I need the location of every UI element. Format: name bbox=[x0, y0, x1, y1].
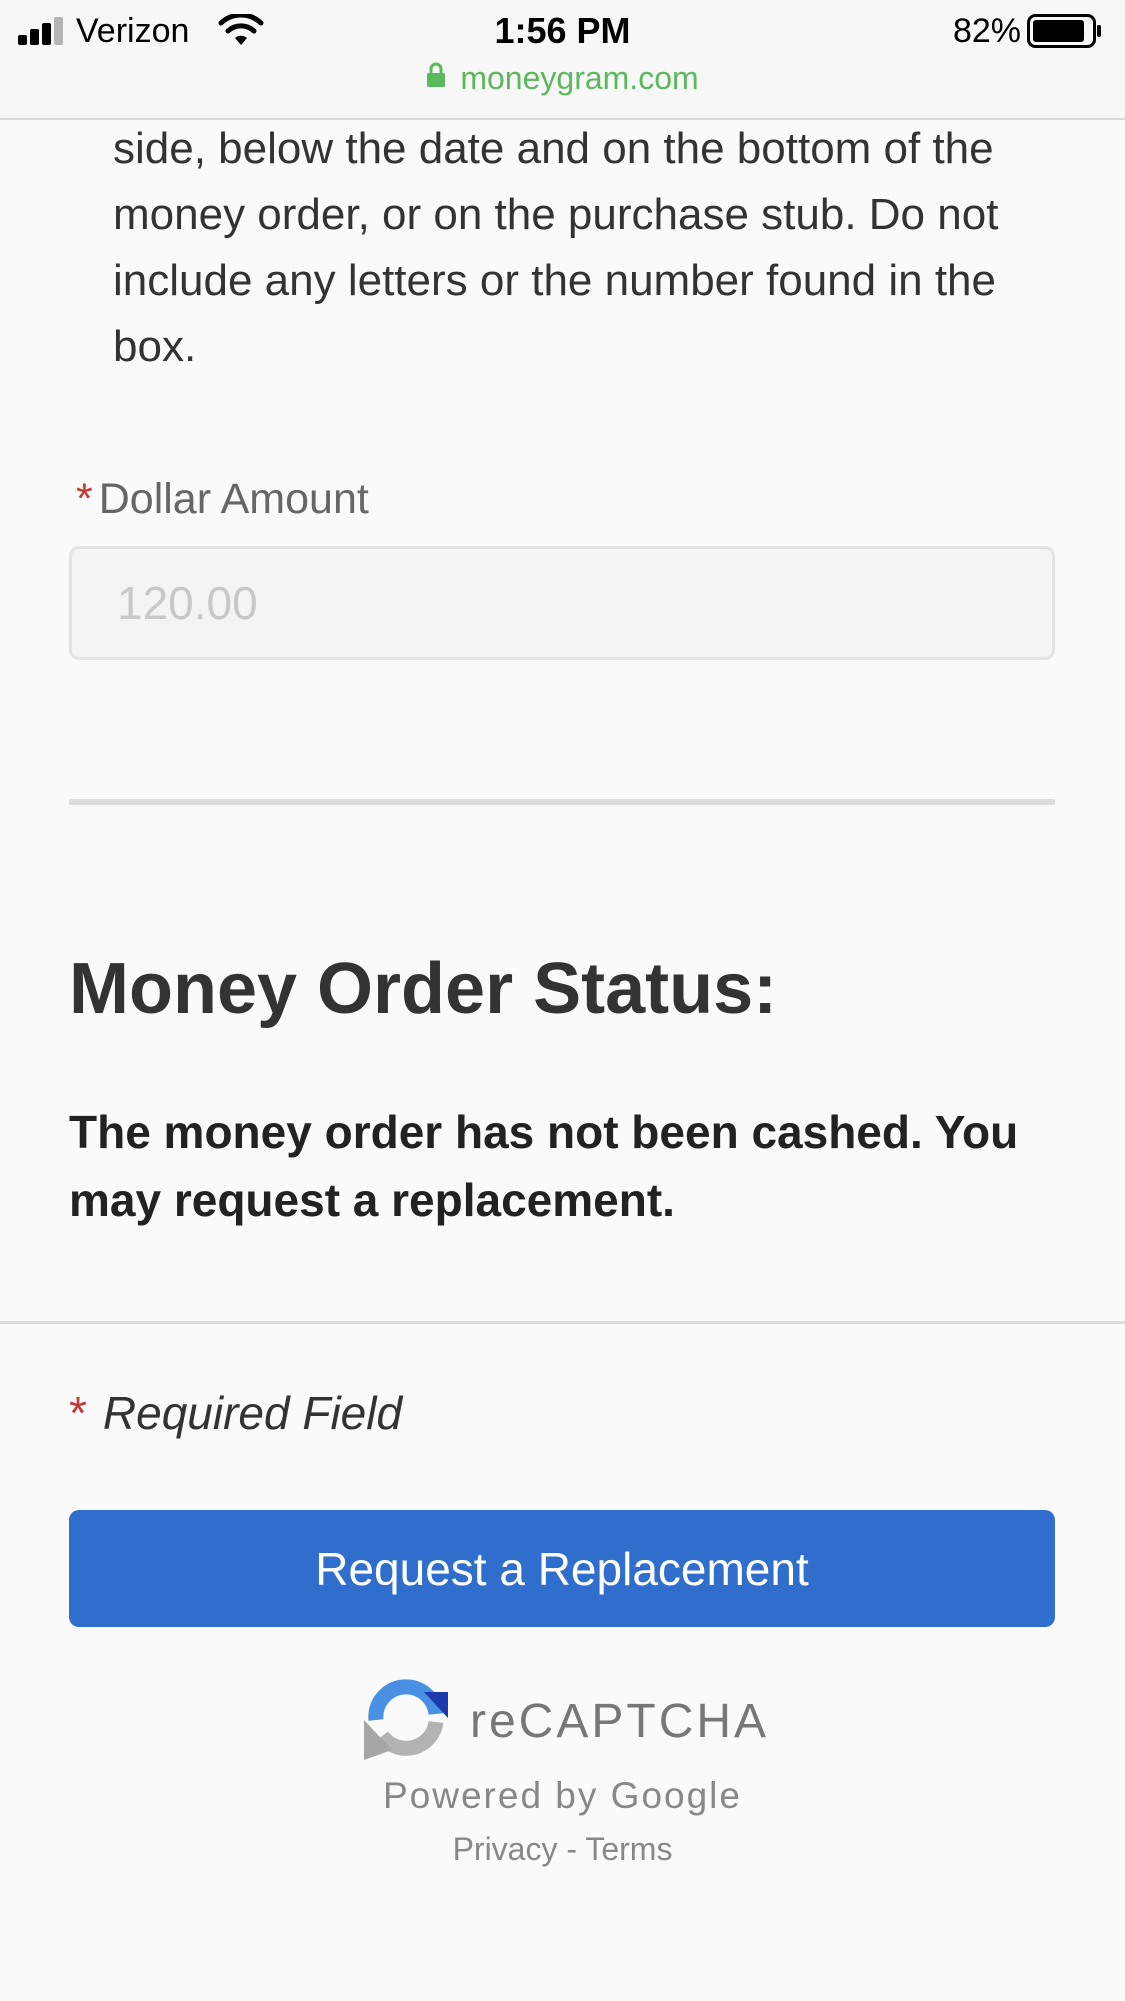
serial-number-instructions: side, below the date and on the bottom o… bbox=[113, 124, 999, 371]
recaptcha-links: Privacy - Terms bbox=[0, 1831, 1125, 1868]
recaptcha-powered-by: Powered by Google bbox=[383, 1775, 742, 1816]
required-field-note: * Required Field bbox=[69, 1386, 402, 1440]
request-replacement-button[interactable]: Request a Replacement bbox=[69, 1510, 1055, 1627]
dollar-amount-input[interactable] bbox=[69, 546, 1055, 660]
dollar-amount-label: * Dollar Amount bbox=[76, 475, 369, 524]
browser-top-bar: Verizon 1:56 PM 82% moneygram.com bbox=[0, 0, 1125, 120]
privacy-link[interactable]: Privacy bbox=[453, 1831, 558, 1867]
money-order-status-heading: Money Order Status: bbox=[69, 949, 778, 1029]
recaptcha-brand: reCAPTCHA bbox=[470, 1695, 770, 1748]
battery-percent: 82% bbox=[952, 12, 1021, 50]
url-domain[interactable]: moneygram.com bbox=[460, 60, 698, 96]
money-order-status-message: The money order has not been cashed. You… bbox=[69, 1106, 1019, 1226]
battery-icon bbox=[1027, 14, 1101, 48]
dollar-amount-label-text: Dollar Amount bbox=[98, 475, 369, 523]
footer-divider bbox=[0, 1321, 1125, 1324]
required-asterisk: * bbox=[69, 1387, 87, 1439]
recaptcha-icon[interactable] bbox=[362, 1674, 450, 1762]
status-bar: Verizon 1:56 PM 82% bbox=[0, 0, 1125, 62]
lock-icon bbox=[427, 62, 446, 87]
link-separator: - bbox=[566, 1831, 578, 1867]
terms-link[interactable]: Terms bbox=[585, 1831, 672, 1867]
address-bar[interactable]: moneygram.com bbox=[0, 60, 1125, 104]
required-asterisk: * bbox=[76, 475, 93, 523]
section-divider bbox=[69, 799, 1055, 805]
required-field-text: Required Field bbox=[102, 1387, 403, 1439]
